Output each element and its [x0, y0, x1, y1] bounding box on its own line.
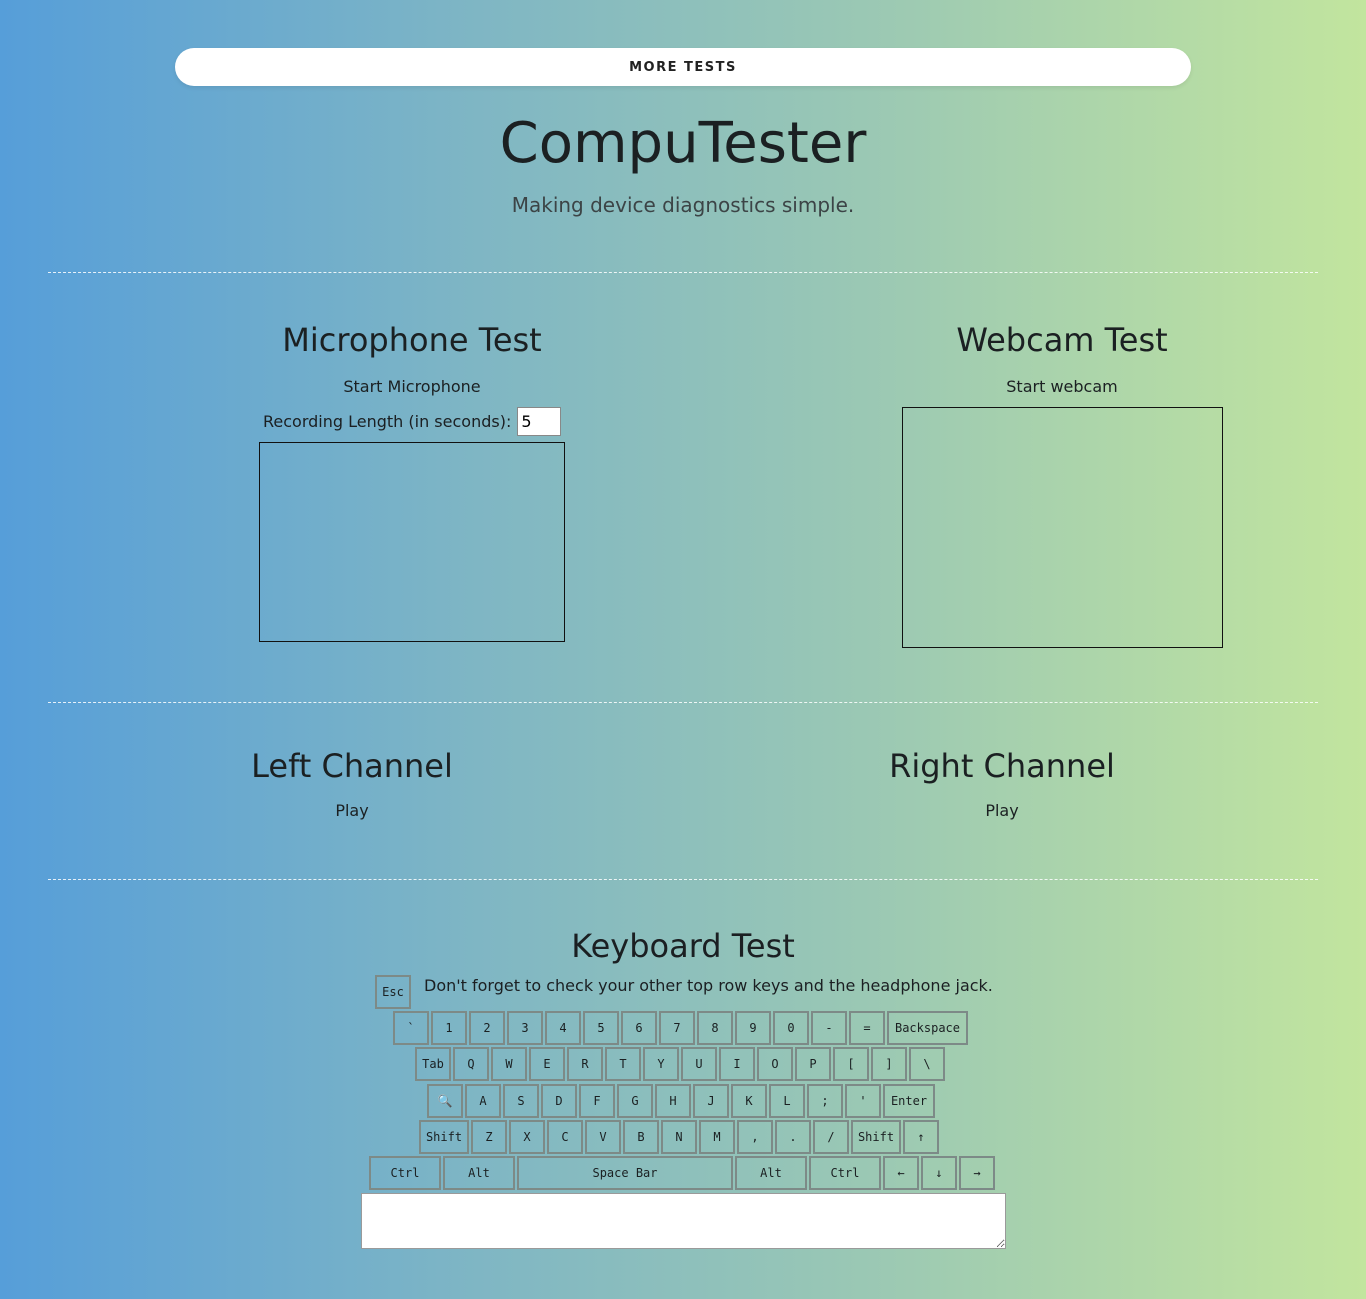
key-0-3[interactable]: 3	[507, 1011, 543, 1045]
left-channel-title: Left Channel	[251, 747, 453, 785]
keyboard-note: Don't forget to check your other top row…	[424, 976, 993, 995]
key-2-0[interactable]: 🔍	[427, 1084, 463, 1118]
divider-2	[48, 702, 1318, 703]
key-4-6[interactable]: ↓	[921, 1156, 957, 1190]
key-0-10[interactable]: 0	[773, 1011, 809, 1045]
key-2-2[interactable]: S	[503, 1084, 539, 1118]
key-3-2[interactable]: X	[509, 1120, 545, 1154]
key-3-8[interactable]: ,	[737, 1120, 773, 1154]
key-1-13[interactable]: \	[909, 1047, 945, 1081]
key-1-2[interactable]: W	[491, 1047, 527, 1081]
key-2-7[interactable]: J	[693, 1084, 729, 1118]
key-1-9[interactable]: O	[757, 1047, 793, 1081]
page-subtitle: Making device diagnostics simple.	[511, 193, 855, 217]
start-webcam-button[interactable]: Start webcam	[912, 376, 1212, 398]
key-0-5[interactable]: 5	[583, 1011, 619, 1045]
key-3-0[interactable]: Shift	[419, 1120, 469, 1154]
key-0-1[interactable]: 1	[431, 1011, 467, 1045]
recording-length-row: Recording Length (in seconds):	[263, 407, 562, 436]
key-0-6[interactable]: 6	[621, 1011, 657, 1045]
key-1-7[interactable]: U	[681, 1047, 717, 1081]
key-3-3[interactable]: C	[547, 1120, 583, 1154]
key-3-7[interactable]: M	[699, 1120, 735, 1154]
key-2-8[interactable]: K	[731, 1084, 767, 1118]
key-4-2[interactable]: Space Bar	[517, 1156, 733, 1190]
key-3-11[interactable]: Shift	[851, 1120, 901, 1154]
page-title: CompuTester	[499, 111, 867, 176]
key-3-9[interactable]: .	[775, 1120, 811, 1154]
key-4-3[interactable]: Alt	[735, 1156, 807, 1190]
key-2-1[interactable]: A	[465, 1084, 501, 1118]
key-1-11[interactable]: [	[833, 1047, 869, 1081]
key-2-12[interactable]: Enter	[883, 1084, 935, 1118]
key-2-6[interactable]: H	[655, 1084, 691, 1118]
key-0-11[interactable]: -	[811, 1011, 847, 1045]
key-0-0[interactable]: `	[393, 1011, 429, 1045]
key-1-3[interactable]: E	[529, 1047, 565, 1081]
key-3-6[interactable]: N	[661, 1120, 697, 1154]
key-0-7[interactable]: 7	[659, 1011, 695, 1045]
right-channel-play-button[interactable]: Play	[952, 800, 1052, 822]
more-tests-button[interactable]: MORE TESTS	[175, 48, 1191, 86]
keyboard-input-textarea[interactable]	[361, 1193, 1006, 1249]
key-1-4[interactable]: R	[567, 1047, 603, 1081]
microphone-visualizer	[259, 442, 565, 642]
webcam-test-title: Webcam Test	[956, 321, 1168, 359]
key-2-9[interactable]: L	[769, 1084, 805, 1118]
recording-length-label: Recording Length (in seconds):	[263, 412, 512, 431]
key-3-1[interactable]: Z	[471, 1120, 507, 1154]
key-1-8[interactable]: I	[719, 1047, 755, 1081]
key-4-5[interactable]: ←	[883, 1156, 919, 1190]
key-0-8[interactable]: 8	[697, 1011, 733, 1045]
key-4-7[interactable]: →	[959, 1156, 995, 1190]
key-4-1[interactable]: Alt	[443, 1156, 515, 1190]
divider-3	[48, 879, 1318, 880]
key-1-1[interactable]: Q	[453, 1047, 489, 1081]
key-2-4[interactable]: F	[579, 1084, 615, 1118]
key-0-9[interactable]: 9	[735, 1011, 771, 1045]
key-1-10[interactable]: P	[795, 1047, 831, 1081]
keyboard-test-title: Keyboard Test	[571, 927, 795, 965]
key-1-0[interactable]: Tab	[415, 1047, 451, 1081]
key-3-4[interactable]: V	[585, 1120, 621, 1154]
key-0-13[interactable]: Backspace	[887, 1011, 968, 1045]
webcam-video	[902, 407, 1223, 648]
key-2-10[interactable]: ;	[807, 1084, 843, 1118]
key-4-0[interactable]: Ctrl	[369, 1156, 441, 1190]
divider-1	[48, 272, 1318, 273]
key-3-12[interactable]: ↑	[903, 1120, 939, 1154]
key-1-5[interactable]: T	[605, 1047, 641, 1081]
key-0-4[interactable]: 4	[545, 1011, 581, 1045]
key-2-5[interactable]: G	[617, 1084, 653, 1118]
key-0-12[interactable]: =	[849, 1011, 885, 1045]
key-3-10[interactable]: /	[813, 1120, 849, 1154]
right-channel-title: Right Channel	[889, 747, 1115, 785]
key-2-3[interactable]: D	[541, 1084, 577, 1118]
recording-length-input[interactable]	[517, 407, 562, 436]
key-esc[interactable]: Esc	[375, 975, 411, 1009]
key-1-6[interactable]: Y	[643, 1047, 679, 1081]
left-channel-play-button[interactable]: Play	[302, 800, 402, 822]
key-2-11[interactable]: '	[845, 1084, 881, 1118]
key-4-4[interactable]: Ctrl	[809, 1156, 881, 1190]
microphone-test-title: Microphone Test	[282, 321, 542, 359]
key-0-2[interactable]: 2	[469, 1011, 505, 1045]
key-1-12[interactable]: ]	[871, 1047, 907, 1081]
start-microphone-button[interactable]: Start Microphone	[262, 376, 562, 398]
key-3-5[interactable]: B	[623, 1120, 659, 1154]
